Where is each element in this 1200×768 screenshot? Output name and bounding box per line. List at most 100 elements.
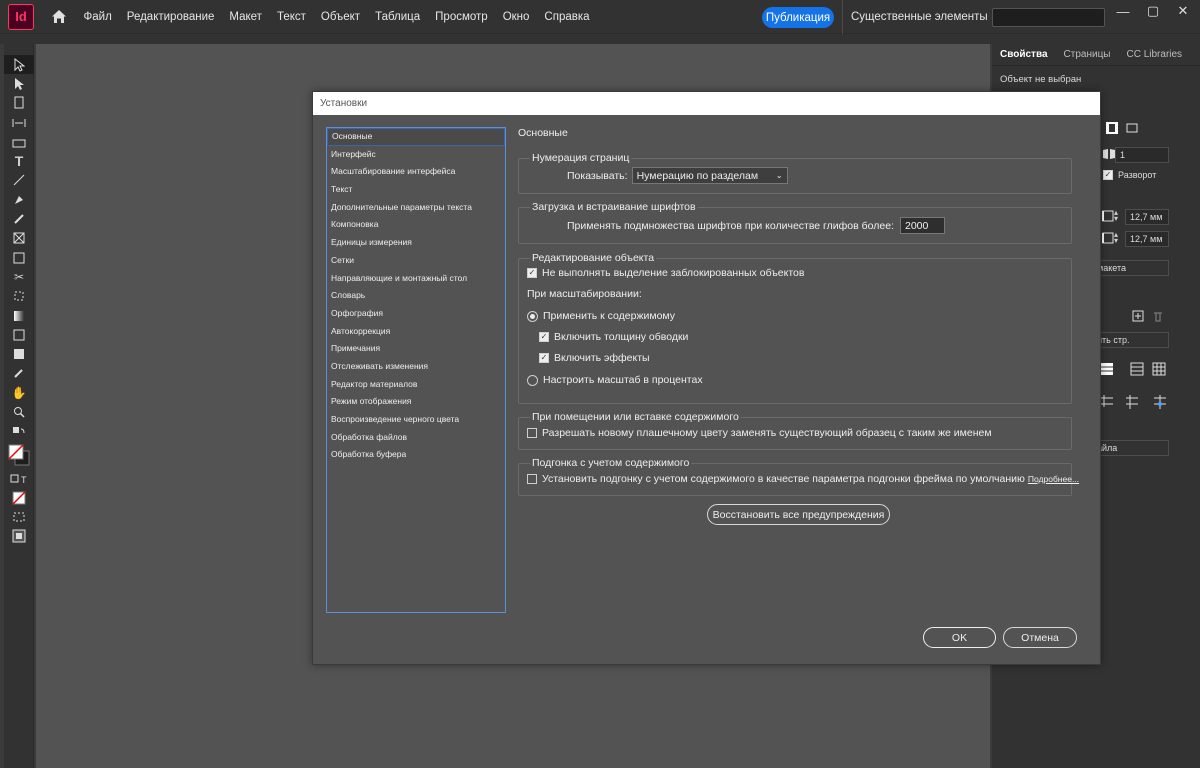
category-item[interactable]: Редактор материалов: [327, 376, 505, 394]
menu-item[interactable]: Таблица: [368, 0, 428, 34]
eyedropper-tool-icon[interactable]: [4, 364, 34, 383]
file-action-button[interactable]: айла: [1092, 440, 1169, 456]
margin-top-stepper[interactable]: ▴ ▾: [1114, 209, 1118, 223]
category-item[interactable]: Интерфейс: [327, 146, 505, 164]
category-item[interactable]: Обработка файлов: [327, 429, 505, 447]
include-effects-checkbox[interactable]: ✓: [539, 353, 549, 363]
category-item[interactable]: Компоновка: [327, 216, 505, 234]
margin-top-field[interactable]: 12,7 мм: [1125, 209, 1169, 225]
insert-pages-button[interactable]: ить стр.: [1092, 332, 1169, 348]
apply-to-content-row[interactable]: Применить к содержимому: [527, 310, 675, 322]
learn-more-link[interactable]: Подробнее...: [1028, 474, 1079, 484]
category-item[interactable]: Текст: [327, 181, 505, 199]
apply-none-icon[interactable]: [4, 488, 34, 507]
formatting-affects-container-icon[interactable]: T: [4, 469, 34, 488]
gradient-swatch-tool-icon[interactable]: [4, 306, 34, 325]
rectangle-frame-tool-icon[interactable]: [4, 229, 34, 248]
content-collector-icon[interactable]: [4, 132, 34, 151]
category-item[interactable]: Отслеживать изменения: [327, 358, 505, 376]
default-fit-checkbox[interactable]: [527, 474, 537, 484]
no-select-locked-row[interactable]: ✓ Не выполнять выделение заблокированных…: [527, 267, 804, 279]
menu-item[interactable]: Редактирование: [119, 0, 222, 34]
facing-pages-toggle[interactable]: ✓ Разворот: [1103, 170, 1156, 180]
landscape-orientation-icon[interactable]: [1125, 121, 1139, 138]
reset-warnings-button[interactable]: Восстановить все предупреждения: [707, 504, 890, 525]
menu-item[interactable]: Текст: [269, 0, 313, 34]
rectangle-tool-icon[interactable]: [4, 248, 34, 267]
hand-tool-icon[interactable]: ✋: [4, 383, 34, 402]
category-item[interactable]: Режим отображения: [327, 393, 505, 411]
fill-stroke-icon[interactable]: [4, 441, 34, 469]
tab-pages[interactable]: Страницы: [1056, 44, 1119, 65]
menu-item[interactable]: Просмотр: [428, 0, 496, 34]
category-item[interactable]: Автокоррекция: [327, 323, 505, 341]
screen-mode-icon[interactable]: [4, 527, 34, 546]
line-tool-icon[interactable]: [4, 171, 34, 190]
maximize-button[interactable]: ▢: [1138, 2, 1168, 20]
margin-bottom-stepper[interactable]: ▴ ▾: [1114, 231, 1118, 245]
table-icon[interactable]: [1100, 362, 1114, 379]
category-item[interactable]: Сетки: [327, 252, 505, 270]
gradient-feather-tool-icon[interactable]: [4, 325, 34, 344]
menu-item[interactable]: Объект: [313, 0, 367, 34]
include-stroke-row[interactable]: ✓ Включить толщину обводки: [539, 331, 688, 343]
grid-rows-icon[interactable]: [1130, 362, 1144, 379]
category-item[interactable]: Единицы измерения: [327, 234, 505, 252]
font-subset-input[interactable]: 2000: [899, 217, 945, 234]
delete-page-icon[interactable]: [1152, 310, 1164, 325]
grid-cells-icon[interactable]: [1152, 362, 1166, 379]
cancel-button[interactable]: Отмена: [1003, 627, 1077, 648]
note-tool-icon[interactable]: [4, 344, 34, 363]
scissors-tool-icon[interactable]: ✂: [4, 267, 34, 286]
selection-tool-icon[interactable]: [4, 55, 34, 75]
page-numbering-select[interactable]: Нумерацию по разделам ⌄: [631, 167, 788, 184]
category-item[interactable]: Масштабирование интерфейса: [327, 163, 505, 181]
baseline-grid-icon[interactable]: [1152, 394, 1168, 413]
view-mode-icon[interactable]: [4, 508, 34, 527]
scale-percent-row[interactable]: Настроить масштаб в процентах: [527, 374, 703, 386]
menu-item[interactable]: Справка: [537, 0, 597, 34]
menu-item[interactable]: Файл: [76, 0, 119, 34]
include-effects-row[interactable]: ✓ Включить эффекты: [539, 352, 650, 364]
tab-cc-libraries[interactable]: CC Libraries: [1118, 44, 1190, 65]
category-item[interactable]: Словарь: [327, 287, 505, 305]
search-input[interactable]: [992, 8, 1105, 27]
no-select-locked-checkbox[interactable]: ✓: [527, 268, 537, 278]
publish-button[interactable]: Публикация: [762, 7, 834, 28]
pages-count-field[interactable]: 1: [1115, 147, 1169, 163]
category-item[interactable]: Обработка буфера: [327, 446, 505, 464]
include-stroke-checkbox[interactable]: ✓: [539, 332, 549, 342]
facing-pages-checkbox[interactable]: ✓: [1103, 170, 1113, 180]
pen-tool-icon[interactable]: [4, 190, 34, 209]
menu-item[interactable]: Окно: [495, 0, 537, 34]
direct-selection-tool-icon[interactable]: [4, 74, 34, 93]
category-item[interactable]: Воспроизведение черного цвета: [327, 411, 505, 429]
apply-to-content-radio[interactable]: [527, 310, 538, 322]
menu-item[interactable]: Макет: [222, 0, 270, 34]
category-item[interactable]: Основные: [327, 128, 505, 146]
allow-swatch-row[interactable]: Разрешать новому плашечному цвету заменя…: [527, 427, 992, 439]
add-page-icon[interactable]: [1132, 310, 1144, 325]
type-tool-icon[interactable]: T: [4, 151, 34, 170]
minimize-button[interactable]: —: [1108, 2, 1138, 20]
category-item[interactable]: Примечания: [327, 340, 505, 358]
category-item[interactable]: Дополнительные параметры текста: [327, 199, 505, 217]
workspace-switcher[interactable]: Существенные элементы ⌄: [842, 0, 1003, 34]
gap-tool-icon[interactable]: [4, 113, 34, 132]
free-transform-tool-icon[interactable]: [4, 287, 34, 306]
home-icon[interactable]: [50, 8, 68, 26]
zoom-tool-icon[interactable]: [4, 402, 34, 421]
ok-button[interactable]: OK: [923, 627, 996, 648]
smart-guides-icon[interactable]: [1124, 394, 1140, 413]
scale-percent-radio[interactable]: [527, 374, 538, 386]
guides-icon[interactable]: [1100, 394, 1114, 411]
pencil-tool-icon[interactable]: [4, 209, 34, 228]
default-colors-icon[interactable]: [4, 422, 34, 441]
category-item[interactable]: Орфография: [327, 305, 505, 323]
margin-bottom-field[interactable]: 12,7 мм: [1125, 231, 1169, 247]
allow-swatch-checkbox[interactable]: [527, 428, 537, 438]
portrait-orientation-icon[interactable]: [1105, 121, 1119, 138]
close-button[interactable]: ✕: [1168, 2, 1198, 20]
layout-adjust-button[interactable]: макета: [1092, 260, 1169, 276]
category-item[interactable]: Направляющие и монтажный стол: [327, 270, 505, 288]
